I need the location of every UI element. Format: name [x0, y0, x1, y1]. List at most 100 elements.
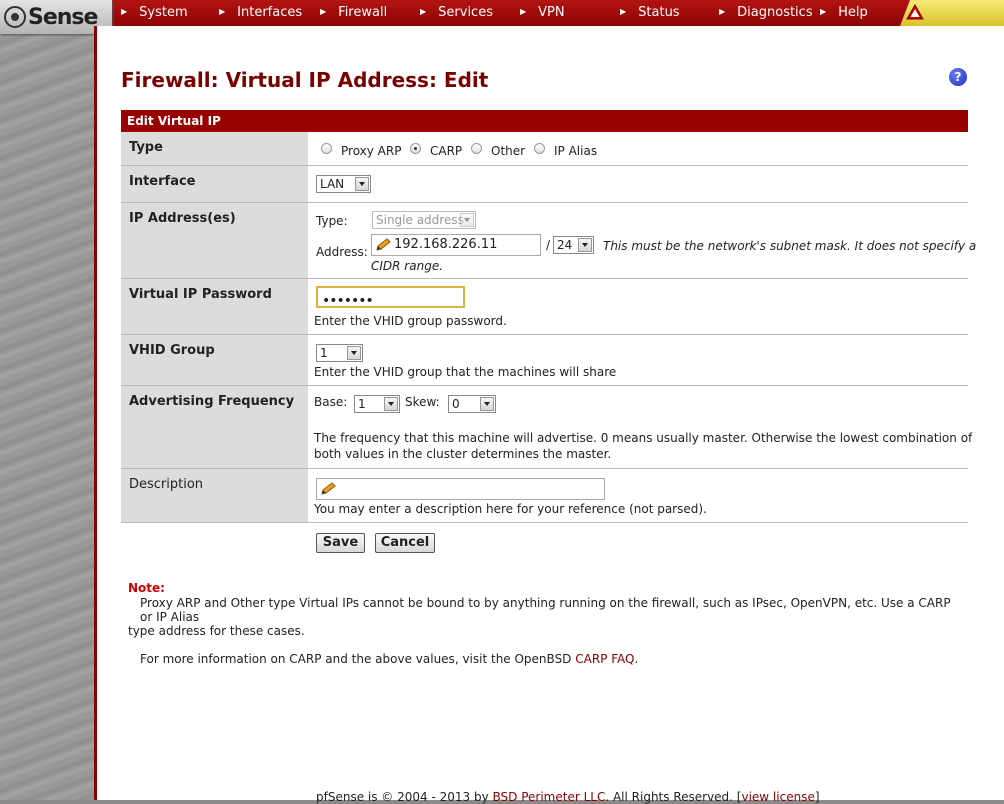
nav-arrow-icon: ▶	[719, 7, 726, 16]
base-value: 1	[358, 397, 366, 411]
footer: pfSense is © 2004 - 2013 by BSD Perimete…	[316, 790, 820, 804]
ip-type-select[interactable]: Single address	[372, 211, 476, 229]
type-label: Type	[121, 132, 308, 165]
pencil-icon	[376, 238, 391, 251]
chevron-down-icon	[384, 397, 398, 411]
radio-carp-label: CARP	[430, 144, 463, 158]
nav-arrow-icon: ▶	[620, 7, 627, 16]
description-cell: You may enter a description here for you…	[314, 469, 968, 522]
nav-status[interactable]: ▶ Status	[620, 0, 680, 26]
radio-other-label: Other	[491, 144, 526, 158]
note-text: Proxy ARP and Other type Virtual IPs can…	[128, 596, 958, 666]
note-line-1: Proxy ARP and Other type Virtual IPs can…	[140, 596, 951, 624]
advfreq-hint: The frequency that this machine will adv…	[314, 431, 973, 445]
skew-select[interactable]: 0	[448, 395, 496, 413]
nav-interfaces[interactable]: ▶ Interfaces	[219, 0, 302, 26]
nav-arrow-icon: ▶	[320, 7, 327, 16]
footer-text: pfSense is © 2004 - 2013 by	[316, 790, 489, 804]
skew-value: 0	[452, 397, 460, 411]
subnet-mask-value: 24	[557, 238, 573, 252]
ip-address-cell: Type: Single address Address: 192.168.22…	[314, 203, 976, 278]
subnet-hint-line2: CIDR range.	[371, 259, 444, 273]
help-icon[interactable]: ?	[949, 68, 967, 86]
vhid-cell: 1 Enter the VHID group that the machines…	[314, 335, 968, 385]
row-vhid-group: VHID Group 1 Enter the VHID group that t…	[121, 335, 968, 386]
skew-label: Skew:	[405, 395, 440, 409]
radio-ip-alias-label: IP Alias	[554, 144, 598, 158]
footer-license-link[interactable]: view license	[741, 790, 814, 804]
slash-separator: /	[546, 238, 551, 252]
vhid-hint: Enter the VHID group that the machines w…	[314, 365, 617, 379]
logo-text: Sense	[28, 4, 98, 30]
row-advertising-frequency: Advertising Frequency Base: 1 Skew: 0 Th…	[121, 386, 972, 469]
row-interface: Interface LAN	[121, 166, 968, 203]
password-value: •••••••	[322, 293, 374, 309]
subnet-hint: This must be the network's subnet mask. …	[603, 239, 977, 253]
cancel-button[interactable]: Cancel	[375, 533, 435, 553]
row-type: Type Proxy ARP CARP Other IP Alias	[121, 132, 968, 166]
nav-diagnostics[interactable]: ▶ Diagnostics	[719, 0, 813, 26]
footer-close: ]	[814, 790, 820, 804]
chevron-down-icon	[347, 346, 361, 360]
radio-proxy-arp[interactable]	[321, 143, 332, 154]
nav-arrow-icon: ▶	[820, 7, 827, 16]
nav-services[interactable]: ▶ Services	[420, 0, 493, 26]
nav-arrow-icon: ▶	[520, 7, 527, 16]
nav-arrow-icon: ▶	[121, 7, 128, 16]
description-hint: You may enter a description here for you…	[314, 502, 707, 516]
interface-value-cell: LAN	[314, 166, 968, 202]
advfreq-label: Advertising Frequency	[121, 386, 308, 468]
nav-firewall[interactable]: ▶ Firewall	[320, 0, 387, 26]
interface-select-value: LAN	[320, 177, 345, 191]
vhid-value: 1	[320, 346, 328, 360]
warning-icon[interactable]	[906, 4, 924, 20]
description-input[interactable]	[316, 478, 605, 500]
nav-vpn[interactable]: ▶ VPN	[520, 0, 565, 26]
chevron-down-icon	[460, 213, 474, 227]
radio-carp[interactable]	[410, 143, 421, 154]
logo-icon	[4, 6, 26, 28]
interface-select[interactable]: LAN	[316, 175, 371, 193]
chevron-down-icon	[480, 397, 494, 411]
advfreq-hint-line2: both values in the cluster determines th…	[314, 447, 612, 461]
note-title: Note:	[128, 581, 165, 595]
ip-address-field-label: Address:	[316, 245, 368, 259]
ip-address-input[interactable]: 192.168.226.11	[371, 234, 541, 256]
ip-address-value: 192.168.226.11	[394, 237, 498, 252]
password-label: Virtual IP Password	[121, 279, 308, 334]
radio-other[interactable]	[471, 143, 482, 154]
radio-ip-alias[interactable]	[534, 143, 545, 154]
ip-type-select-value: Single address	[376, 213, 464, 227]
footer-company-link[interactable]: BSD Perimeter LLC	[493, 790, 606, 804]
interface-label: Interface	[121, 166, 308, 202]
password-cell: ••••••• Enter the VHID group password.	[314, 279, 968, 334]
vhid-label: VHID Group	[121, 335, 308, 385]
ip-address-label: IP Address(es)	[121, 203, 308, 278]
pencil-icon	[321, 482, 336, 495]
carp-faq-link[interactable]: CARP FAQ	[575, 652, 634, 666]
vhid-select[interactable]: 1	[316, 344, 363, 362]
page-title: Firewall: Virtual IP Address: Edit	[121, 68, 489, 92]
ip-type-label: Type:	[316, 214, 348, 228]
row-password: Virtual IP Password ••••••• Enter the VH…	[121, 279, 968, 335]
nav-arrow-icon: ▶	[219, 7, 226, 16]
type-options: Proxy ARP CARP Other IP Alias	[314, 132, 968, 165]
save-button[interactable]: Save	[316, 533, 365, 553]
row-description: Description You may enter a description …	[121, 469, 968, 523]
base-select[interactable]: 1	[354, 395, 400, 413]
footer-rights: . All Rights Reserved. [	[605, 790, 742, 804]
radio-proxy-arp-label: Proxy ARP	[341, 144, 402, 158]
chevron-down-icon	[355, 177, 369, 191]
note-line-2: type address for these cases.	[128, 624, 305, 638]
section-header: Edit Virtual IP	[121, 110, 968, 132]
nav-arrow-icon: ▶	[420, 7, 427, 16]
chevron-down-icon	[578, 238, 592, 252]
nav-system[interactable]: ▶ System	[121, 0, 188, 26]
password-input[interactable]: •••••••	[316, 286, 465, 309]
note-line-3-suffix: .	[634, 652, 639, 666]
note-line-3-prefix: For more information on CARP and the abo…	[140, 652, 572, 666]
subnet-mask-select[interactable]: 24	[553, 236, 594, 254]
base-label: Base:	[314, 395, 348, 409]
note-line-3: For more information on CARP and the abo…	[128, 652, 958, 666]
nav-help[interactable]: ▶ Help	[820, 0, 868, 26]
